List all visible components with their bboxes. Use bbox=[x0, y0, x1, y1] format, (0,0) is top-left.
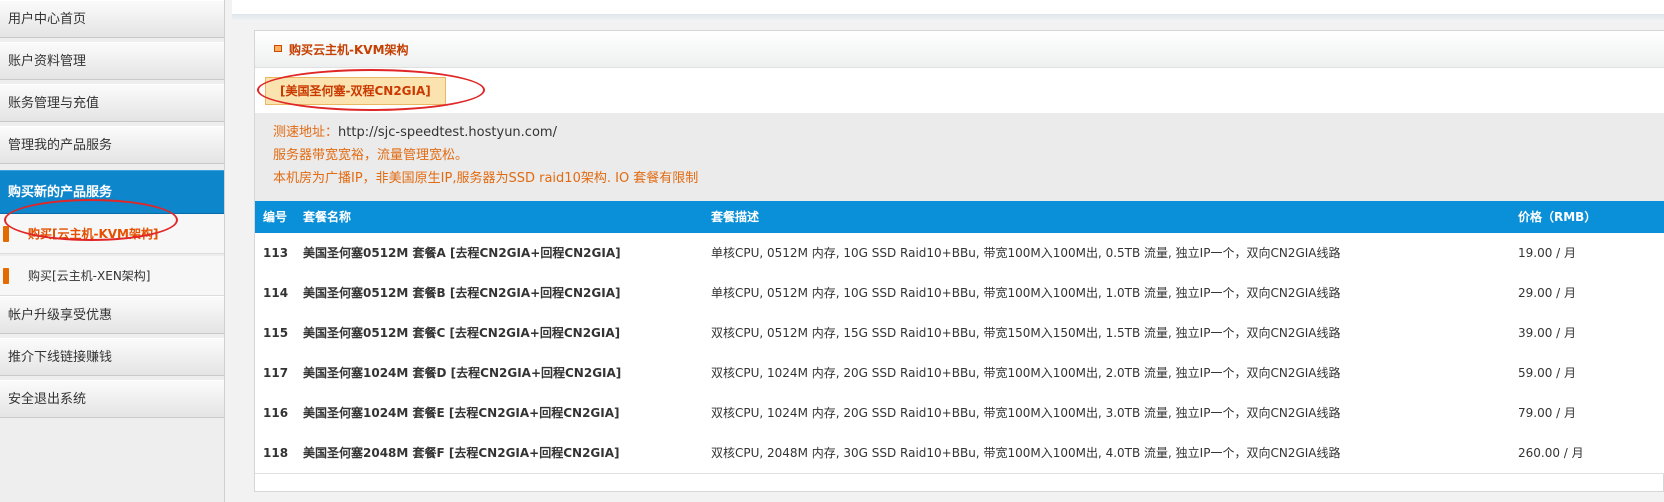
sidebar-item-account-profile[interactable]: 账户资料管理 bbox=[0, 42, 224, 80]
plan-id: 118 bbox=[263, 446, 289, 460]
plan-name[interactable]: 美国圣何塞1024M 套餐D [去程CN2GIA+回程CN2GIA] bbox=[303, 353, 621, 393]
info-note-ip: 本机房为广播IP，非美国原生IP,服务器为SSD raid10架构. IO 套餐… bbox=[273, 171, 699, 186]
sidebar-item-upgrade[interactable]: 帐户升级享受优惠 bbox=[0, 296, 224, 334]
panel-header: 购买云主机-KVM架构 bbox=[255, 31, 1664, 68]
col-header-desc: 套餐描述 bbox=[711, 210, 760, 224]
speedtest-url[interactable]: http://sjc-speedtest.hostyun.com/ bbox=[338, 125, 557, 140]
plan-desc: 双核CPU, 1024M 内存, 20G SSD Raid10+BBu, 带宽1… bbox=[711, 406, 1341, 420]
plan-price: 19.00 / 月 bbox=[1518, 246, 1577, 260]
sidebar-item-manage-products[interactable]: 管理我的产品服务 bbox=[0, 126, 224, 164]
sidebar-subitem-label: 购买[云主机-XEN架构] bbox=[28, 269, 151, 283]
plan-name[interactable]: 美国圣何塞0512M 套餐A [去程CN2GIA+回程CN2GIA] bbox=[303, 233, 621, 273]
orange-marker-icon bbox=[3, 268, 9, 284]
col-header-id: 编号 bbox=[263, 210, 288, 224]
plan-price: 79.00 / 月 bbox=[1518, 406, 1577, 420]
table-header: 编号 套餐名称 套餐描述 价格（RMB） bbox=[255, 201, 1664, 233]
top-strip-shadow bbox=[232, 14, 1664, 22]
table-row[interactable]: 115 美国圣何塞0512M 套餐C [去程CN2GIA+回程CN2GIA] 双… bbox=[255, 313, 1664, 354]
table-row[interactable]: 116 美国圣何塞1024M 套餐E [去程CN2GIA+回程CN2GIA] 双… bbox=[255, 393, 1664, 434]
plan-id: 114 bbox=[263, 286, 289, 300]
orange-marker-icon bbox=[3, 226, 9, 242]
table-row[interactable]: 113 美国圣何塞0512M 套餐A [去程CN2GIA+回程CN2GIA] 单… bbox=[255, 233, 1664, 274]
plan-desc: 双核CPU, 1024M 内存, 20G SSD Raid10+BBu, 带宽1… bbox=[711, 366, 1341, 380]
plan-price: 29.00 / 月 bbox=[1518, 286, 1577, 300]
panel-title: 购买云主机-KVM架构 bbox=[289, 43, 409, 57]
annotation-circle bbox=[257, 69, 485, 111]
plan-id: 113 bbox=[263, 246, 289, 260]
plan-name[interactable]: 美国圣何塞1024M 套餐E [去程CN2GIA+回程CN2GIA] bbox=[303, 393, 620, 433]
plan-name[interactable]: 美国圣何塞0512M 套餐C [去程CN2GIA+回程CN2GIA] bbox=[303, 313, 620, 353]
plan-name[interactable]: 美国圣何塞2048M 套餐F [去程CN2GIA+回程CN2GIA] bbox=[303, 433, 620, 473]
plan-name[interactable]: 美国圣何塞0512M 套餐B [去程CN2GIA+回程CN2GIA] bbox=[303, 273, 620, 313]
plan-desc: 单核CPU, 0512M 内存, 10G SSD Raid10+BBu, 带宽1… bbox=[711, 286, 1341, 300]
plan-id: 117 bbox=[263, 366, 289, 380]
plan-id: 115 bbox=[263, 326, 289, 340]
plan-price: 39.00 / 月 bbox=[1518, 326, 1577, 340]
col-header-price: 价格（RMB） bbox=[1518, 210, 1597, 224]
main-panel: 购买云主机-KVM架构 [美国圣何塞-双程CN2GIA] 测速地址：http:/… bbox=[254, 30, 1664, 492]
table-row[interactable]: 114 美国圣何塞0512M 套餐B [去程CN2GIA+回程CN2GIA] 单… bbox=[255, 273, 1664, 314]
plan-desc: 双核CPU, 0512M 内存, 15G SSD Raid10+BBu, 带宽1… bbox=[711, 326, 1341, 340]
annotation-circle bbox=[4, 199, 178, 241]
col-header-name: 套餐名称 bbox=[303, 210, 352, 224]
speedtest-label: 测速地址： bbox=[273, 125, 339, 140]
plan-desc: 单核CPU, 0512M 内存, 10G SSD Raid10+BBu, 带宽1… bbox=[711, 246, 1341, 260]
sidebar-item-billing[interactable]: 账务管理与充值 bbox=[0, 84, 224, 122]
square-bullet-icon bbox=[274, 45, 282, 52]
sidebar-item-user-center[interactable]: 用户中心首页 bbox=[0, 0, 224, 38]
table-row[interactable]: 118 美国圣何塞2048M 套餐F [去程CN2GIA+回程CN2GIA] 双… bbox=[255, 433, 1664, 474]
top-strip bbox=[232, 0, 1664, 14]
sidebar-item-logout[interactable]: 安全退出系统 bbox=[0, 380, 224, 418]
plan-desc: 双核CPU, 2048M 内存, 30G SSD Raid10+BBu, 带宽1… bbox=[711, 446, 1341, 460]
plan-price: 59.00 / 月 bbox=[1518, 366, 1577, 380]
plan-price: 260.00 / 月 bbox=[1518, 446, 1584, 460]
sidebar-subitem-buy-xen[interactable]: 购买[云主机-XEN架构] bbox=[0, 256, 224, 296]
plan-id: 116 bbox=[263, 406, 289, 420]
region-tabs: [美国圣何塞-双程CN2GIA] bbox=[255, 68, 1664, 114]
sidebar: 用户中心首页 账户资料管理 账务管理与充值 管理我的产品服务 购买新的产品服务 … bbox=[0, 0, 225, 502]
speedtest-line: 测速地址：http://sjc-speedtest.hostyun.com/ bbox=[273, 121, 557, 140]
table-row[interactable]: 117 美国圣何塞1024M 套餐D [去程CN2GIA+回程CN2GIA] 双… bbox=[255, 353, 1664, 394]
sidebar-item-referral[interactable]: 推介下线链接赚钱 bbox=[0, 338, 224, 376]
info-note-bandwidth: 服务器带宽宽裕，流量管理宽松。 bbox=[273, 148, 469, 163]
